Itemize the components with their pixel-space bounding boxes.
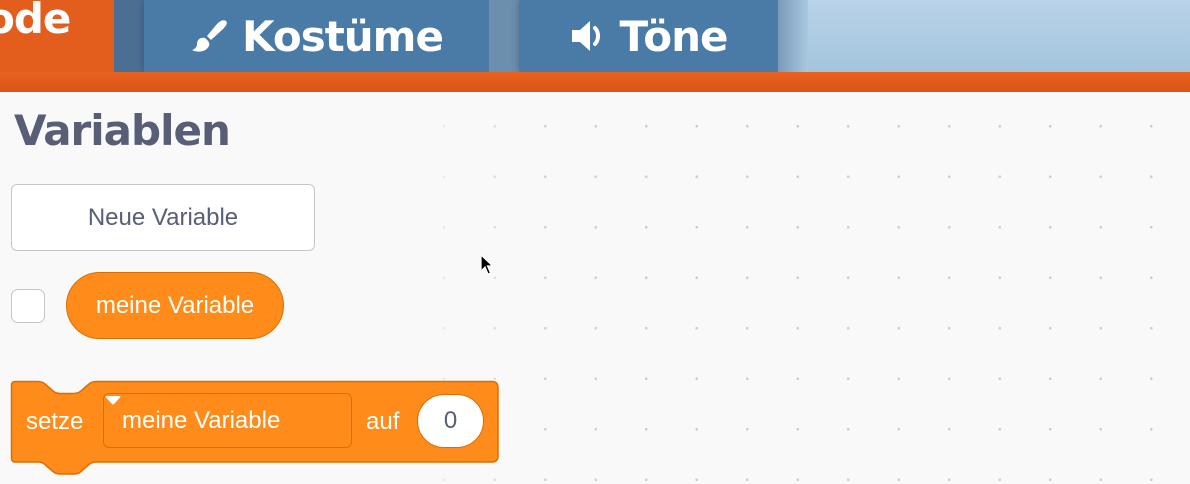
tab-divider xyxy=(489,0,519,72)
value-input[interactable]: 0 xyxy=(417,394,484,448)
set-keyword: setze xyxy=(26,408,84,435)
tab-sounds[interactable]: Töne xyxy=(519,0,778,72)
variable-dropdown[interactable]: meine Variable xyxy=(103,393,352,448)
variable-dropdown-value: meine Variable xyxy=(122,406,281,434)
tab-divider xyxy=(778,0,808,72)
to-keyword: auf xyxy=(366,408,400,435)
variable-reporter-block[interactable]: meine Variable xyxy=(66,272,284,339)
tab-costumes[interactable]: Kostüme xyxy=(144,0,489,72)
speaker-icon xyxy=(570,19,606,53)
tab-sounds-label: Töne xyxy=(619,11,729,61)
tab-bar-underline xyxy=(0,72,1190,92)
new-variable-button[interactable]: Neue Variable xyxy=(11,184,315,251)
variable-monitor-checkbox[interactable] xyxy=(11,289,45,323)
tab-divider xyxy=(114,0,144,72)
palette-section-title: Variablen xyxy=(14,106,231,155)
tab-costumes-label: Kostüme xyxy=(242,11,444,61)
mouse-cursor-icon xyxy=(480,253,494,281)
set-variable-block[interactable]: setze meine Variable auf 0 xyxy=(10,380,500,476)
tab-code-label: ode xyxy=(0,0,71,43)
brush-icon xyxy=(190,19,228,53)
